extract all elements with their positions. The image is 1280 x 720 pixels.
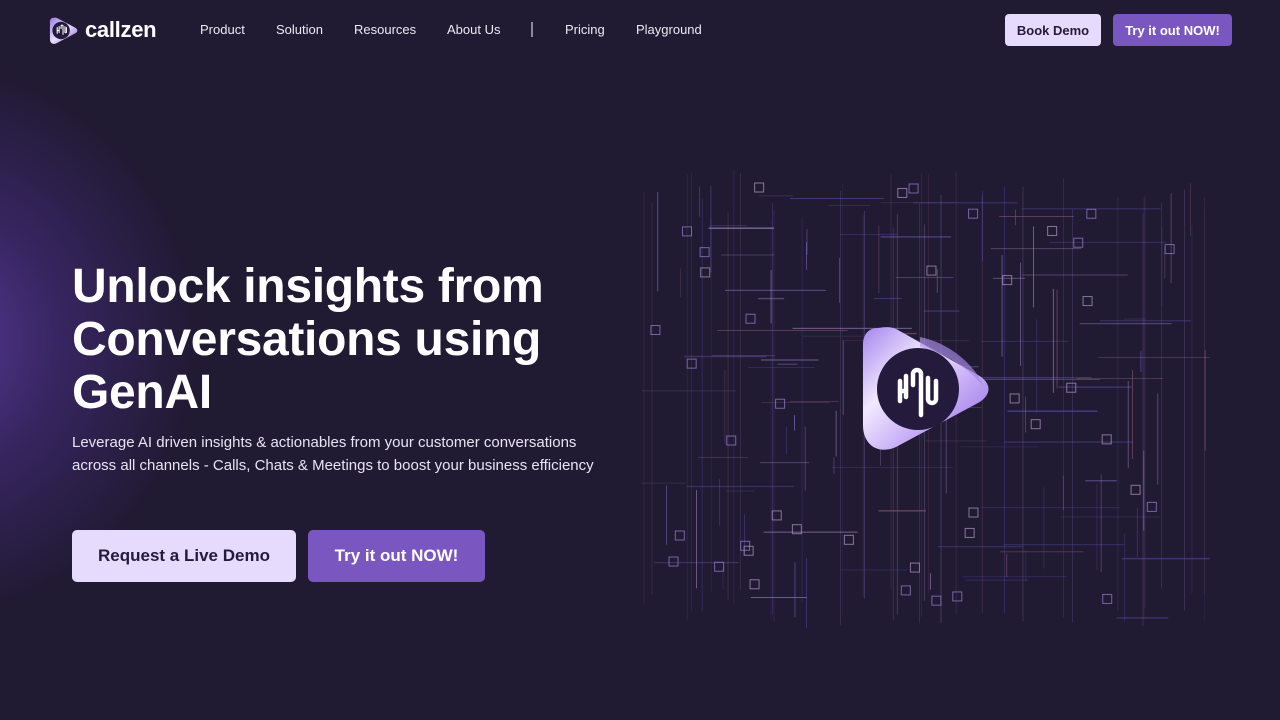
nav-link-playground[interactable]: Playground xyxy=(636,22,702,38)
circuit-chip xyxy=(931,595,942,606)
circuit-chip xyxy=(1030,419,1041,430)
circuit-chip xyxy=(908,183,919,194)
hero-try-now-button[interactable]: Try it out NOW! xyxy=(308,530,485,582)
circuit-chip xyxy=(1086,208,1097,219)
circuit-chip xyxy=(1164,244,1175,255)
circuit-chip xyxy=(909,562,920,573)
circuit-chip xyxy=(754,182,765,193)
circuit-chip xyxy=(668,556,679,567)
hero-subtitle: Leverage AI driven insights & actionable… xyxy=(72,434,594,474)
nav-link-about-us[interactable]: About Us xyxy=(447,22,500,38)
circuit-chip xyxy=(900,585,911,596)
circuit-chip xyxy=(952,591,963,602)
logo-text: callzen xyxy=(85,17,157,42)
circuit-chip xyxy=(1066,382,1077,393)
circuit-chip xyxy=(775,398,786,409)
circuit-chip xyxy=(1130,484,1141,495)
nav-try-now-button[interactable]: Try it out NOW! xyxy=(1113,14,1232,46)
circuit-chip xyxy=(968,208,979,219)
nav-link-product[interactable]: Product xyxy=(200,22,245,38)
circuit-chip xyxy=(749,579,760,590)
circuit-chip xyxy=(843,534,854,545)
circuit-chip xyxy=(699,247,710,258)
circuit-chip xyxy=(745,313,756,324)
nav-link-solution[interactable]: Solution xyxy=(276,22,323,38)
nav-link-pricing[interactable]: Pricing xyxy=(565,22,605,38)
circuit-chip xyxy=(1047,225,1058,236)
hero-title: Unlock insights from Conversations using… xyxy=(72,260,544,419)
top-navigation: callzen Product Solution Resources About… xyxy=(0,0,1280,60)
circuit-chip xyxy=(1009,393,1020,404)
circuit-chip xyxy=(714,561,725,572)
circuit-chip xyxy=(1102,593,1113,604)
request-live-demo-button[interactable]: Request a Live Demo xyxy=(72,530,296,582)
circuit-chip xyxy=(1082,296,1093,307)
circuit-chip xyxy=(1146,501,1157,512)
callzen-large-logo-icon xyxy=(863,327,989,450)
nav-divider xyxy=(531,22,533,37)
circuit-chip xyxy=(964,527,975,538)
nav-link-resources[interactable]: Resources xyxy=(354,22,416,38)
circuit-chip xyxy=(674,530,685,541)
circuit-chip xyxy=(968,507,979,518)
book-demo-button[interactable]: Book Demo xyxy=(1005,14,1101,46)
logo-link[interactable]: callzen xyxy=(48,14,157,46)
callzen-logo-icon xyxy=(49,17,78,44)
circuit-chip xyxy=(1073,237,1084,248)
circuit-chip xyxy=(897,187,908,198)
